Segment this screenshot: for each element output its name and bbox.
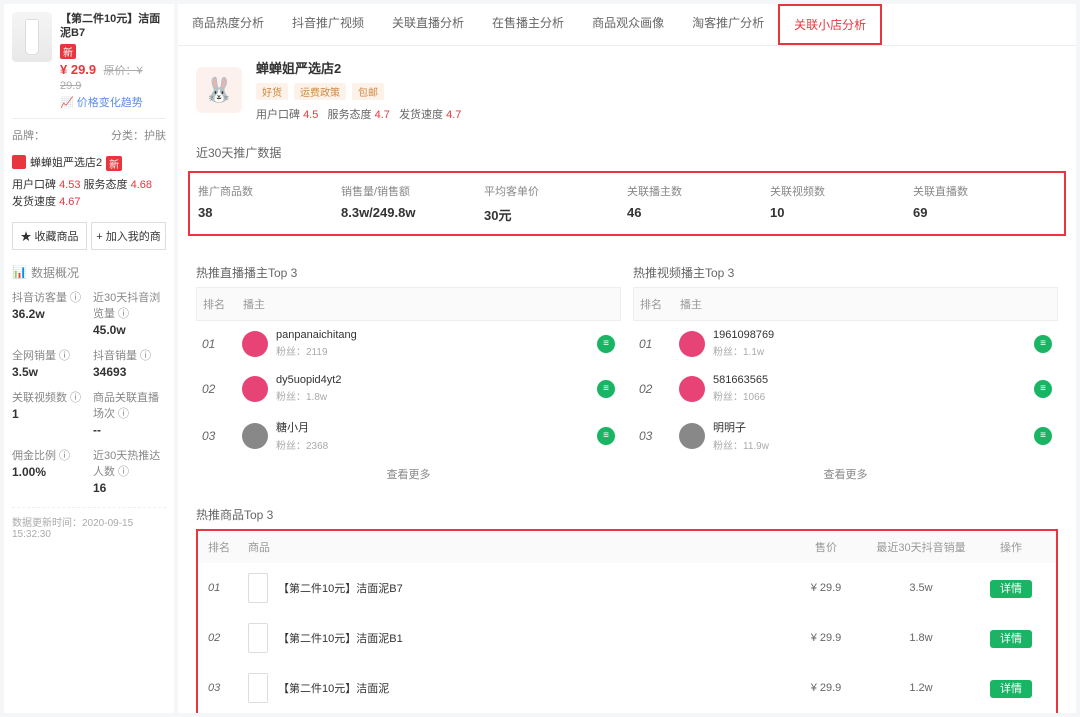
anchor-row[interactable]: 03糖小月粉丝：2368≡ — [196, 411, 621, 460]
tab-4[interactable]: 商品观众画像 — [578, 4, 678, 45]
avatar — [242, 376, 268, 402]
tab-2[interactable]: 关联直播分析 — [378, 4, 478, 45]
stat-value: -- — [93, 423, 166, 437]
anchor-row[interactable]: 02dy5uopid4yt2粉丝：1.8w≡ — [196, 366, 621, 411]
tab-1[interactable]: 抖音推广视频 — [278, 4, 378, 45]
tab-0[interactable]: 商品热度分析 — [178, 4, 278, 45]
stat-value: 1.00% — [12, 465, 85, 479]
tab-6[interactable]: 关联小店分析 — [778, 4, 882, 45]
detail-button[interactable]: 详情 — [990, 630, 1032, 648]
anchor-row[interactable]: 01panpanaichitang粉丝：2119≡ — [196, 321, 621, 366]
stat-label: 关联视频数 ⓘ — [12, 389, 85, 405]
detail-button[interactable]: 详情 — [990, 680, 1032, 698]
avatar — [679, 423, 705, 449]
stat-label: 近30天抖音浏览量 ⓘ — [93, 289, 166, 321]
store-tag: 运费政策 — [294, 83, 346, 100]
stat-label: 商品关联直播场次 ⓘ — [93, 389, 166, 421]
goods-title: 热推商品Top 3 — [196, 500, 1058, 529]
go-icon[interactable]: ≡ — [597, 380, 615, 398]
stat-label: 佣金比例 ⓘ — [12, 447, 85, 463]
stat-value: 3.5w — [12, 365, 85, 379]
store-name: 蝉蝉姐严选店2 — [256, 58, 461, 77]
product-thumb — [12, 12, 52, 62]
left-sidebar: 【第二件10元】洁面泥B7 新 ¥ 29.9 原价：¥ 29.9 📈 价格变化趋… — [4, 4, 174, 713]
stat-value: 1 — [12, 407, 85, 421]
detail-button[interactable]: 详情 — [990, 580, 1032, 598]
store-tag: 好货 — [256, 83, 288, 100]
anchor-row[interactable]: 011961098769粉丝：1.1w≡ — [633, 321, 1058, 366]
overview-title: 📊 数据概况 — [12, 264, 166, 281]
kpi-row: 推广商品数38销售量/销售额8.3w/249.8w平均客单价30元关联播主数46… — [188, 171, 1066, 236]
go-icon[interactable]: ≡ — [1034, 427, 1052, 445]
goods-row: 03【第二件10元】洁面泥¥ 29.91.2w详情 — [198, 663, 1056, 713]
stat-value: 36.2w — [12, 307, 85, 321]
favorite-button[interactable]: ★ 收藏商品 — [12, 222, 87, 250]
tabs: 商品热度分析抖音推广视频关联直播分析在售播主分析商品观众画像淘客推广分析关联小店… — [178, 4, 1076, 46]
top-video-title: 热推视频播主Top 3 — [633, 258, 1058, 287]
goods-thumb — [248, 673, 268, 703]
tab-3[interactable]: 在售播主分析 — [478, 4, 578, 45]
stat-value: 34693 — [93, 365, 166, 379]
avatar — [242, 331, 268, 357]
update-time: 数据更新时间：2020-09-15 15:32:30 — [12, 507, 166, 540]
go-icon[interactable]: ≡ — [1034, 380, 1052, 398]
shop-link[interactable]: 蝉蝉姐严选店2 新 — [12, 153, 166, 171]
avatar — [242, 423, 268, 449]
goods-row: 02【第二件10元】洁面泥B1¥ 29.91.8w详情 — [198, 613, 1056, 663]
shop-ratings: 用户口碑 4.53 服务态度 4.68 发货速度 4.67 — [12, 177, 166, 212]
store-tag: 包邮 — [352, 83, 384, 100]
store-card: 🐰 蝉蝉姐严选店2 好货运费政策包邮 用户口碑 4.5 服务态度 4.7 发货速… — [178, 46, 1076, 134]
stat-label: 全网销量 ⓘ — [12, 347, 85, 363]
go-icon[interactable]: ≡ — [597, 427, 615, 445]
add-button[interactable]: + 加入我的商 — [91, 222, 166, 250]
avatar — [679, 331, 705, 357]
stat-value: 16 — [93, 481, 166, 495]
goods-row: 01【第二件10元】洁面泥B7¥ 29.93.5w详情 — [198, 563, 1056, 613]
goods-thumb — [248, 573, 268, 603]
stat-label: 近30天热推达人数 ⓘ — [93, 447, 166, 479]
kpi-section-title: 近30天推广数据 — [178, 134, 1076, 165]
shop-icon — [12, 155, 26, 169]
product-price: ¥ 29.9 — [60, 62, 96, 77]
anchor-row[interactable]: 02581663565粉丝：1066≡ — [633, 366, 1058, 411]
product-title: 【第二件10元】洁面泥B7 — [60, 12, 166, 41]
product-tag: 新 — [60, 44, 76, 59]
price-trend-link[interactable]: 📈 价格变化趋势 — [60, 94, 166, 110]
stat-label: 抖音销量 ⓘ — [93, 347, 166, 363]
brand-label: 品牌： — [12, 127, 45, 143]
video-more-link[interactable]: 查看更多 — [633, 460, 1058, 488]
anchor-row[interactable]: 03明明子粉丝：11.9w≡ — [633, 411, 1058, 460]
avatar — [679, 376, 705, 402]
live-more-link[interactable]: 查看更多 — [196, 460, 621, 488]
stat-value: 45.0w — [93, 323, 166, 337]
top-live-title: 热推直播播主Top 3 — [196, 258, 621, 287]
go-icon[interactable]: ≡ — [597, 335, 615, 353]
stat-label: 抖音访客量 ⓘ — [12, 289, 85, 305]
store-avatar: 🐰 — [196, 67, 242, 113]
go-icon[interactable]: ≡ — [1034, 335, 1052, 353]
goods-thumb — [248, 623, 268, 653]
tab-5[interactable]: 淘客推广分析 — [678, 4, 778, 45]
